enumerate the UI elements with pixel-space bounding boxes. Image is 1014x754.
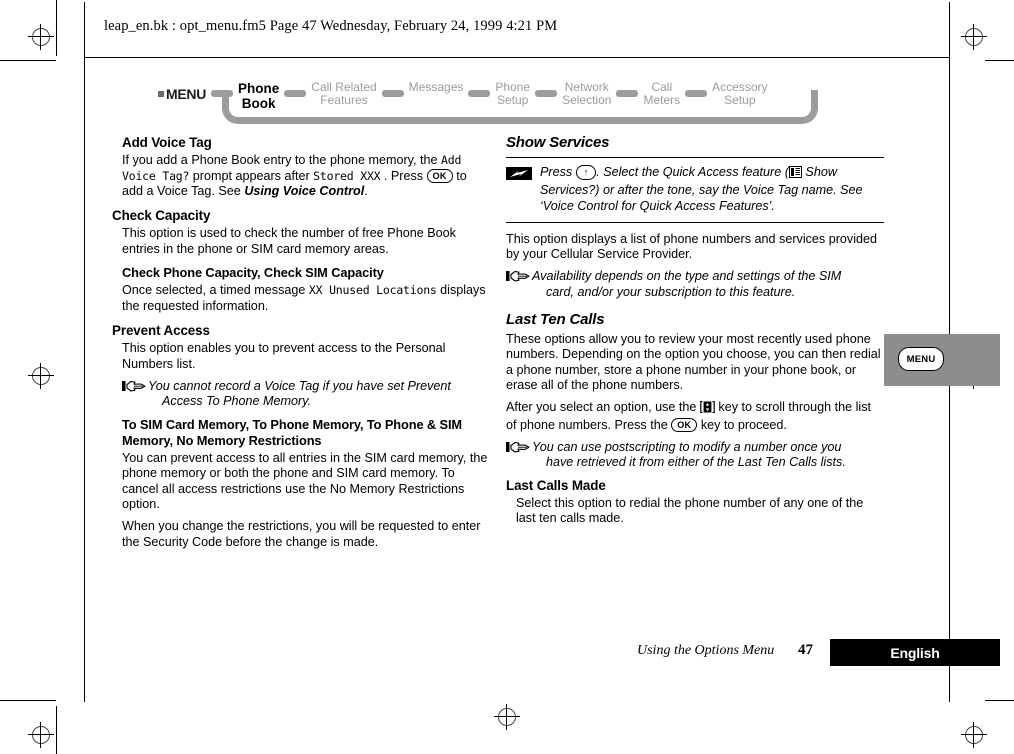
note-prevent-access: You cannot record a Voice Tag if you hav… xyxy=(122,379,490,410)
phonebook-icon xyxy=(788,166,802,181)
pointing-hand-icon-svg xyxy=(122,380,146,392)
note-text: You cannot record a Voice Tag if you hav… xyxy=(148,379,490,410)
text-run: Press xyxy=(540,165,576,180)
paragraph-last-ten-calls-intro: These options allow you to review your m… xyxy=(506,332,881,393)
note-line: You cannot record a Voice Tag if you hav… xyxy=(148,378,451,393)
nav-connector-icon xyxy=(468,90,491,97)
phonebook-icon-svg xyxy=(788,166,802,179)
pointing-hand-icon xyxy=(506,440,532,471)
note-show-services: Availability depends on the type and set… xyxy=(506,269,884,300)
trim-line-bottom-left-vertical xyxy=(56,706,57,754)
trim-line-top-left xyxy=(0,60,56,61)
paragraph-last-calls-made: Select this option to redial the phone n… xyxy=(516,495,864,526)
paragraph-memory-restrictions: You can prevent access to all entries in… xyxy=(122,451,488,511)
paragraph-security-code: When you change the restrictions, you wi… xyxy=(122,519,481,549)
menu-key-icon[interactable]: MENU xyxy=(898,347,944,371)
nav-connector-icon xyxy=(284,90,307,97)
footer-page-number: 47 xyxy=(798,642,813,658)
scroll-key-icon-svg xyxy=(700,401,715,414)
nav-connector-icon xyxy=(211,90,234,97)
nav-item-messages[interactable]: Messages xyxy=(409,76,464,94)
nav-item-accessory-setup[interactable]: Accessory Setup xyxy=(712,76,767,107)
ok-key-icon: OK xyxy=(426,168,453,184)
footer-chapter-title: Using the Options Menu xyxy=(637,643,775,658)
note-postscripting: You can use postscripting to modify a nu… xyxy=(506,440,884,471)
trim-line-left-vertical xyxy=(56,0,57,56)
nav-item-network-selection[interactable]: Network Selection xyxy=(562,76,611,107)
heading-memory-restrictions: To SIM Card Memory, To Phone Memory, To … xyxy=(122,417,462,448)
running-header: leap_en.bk : opt_menu.fm5 Page 47 Wednes… xyxy=(104,18,558,34)
nav-connector-icon xyxy=(535,90,558,97)
paragraph-check-capacity-message: Once selected, a timed message XX Unused… xyxy=(112,283,490,314)
heading-check-capacity: Check Capacity xyxy=(112,208,211,224)
pointing-hand-icon xyxy=(506,269,532,300)
tip-text: Press ↑. Select the Quick Access feature… xyxy=(540,165,884,214)
pointing-hand-icon-svg xyxy=(506,441,530,453)
nav-item-phone-book[interactable]: Phone Book xyxy=(238,76,279,111)
nav-item-call-related-features[interactable]: Call Related Features xyxy=(311,76,376,107)
left-text-column: Add Voice Tag If you add a Phone Book en… xyxy=(112,135,490,557)
note-line: Access To Phone Memory. xyxy=(162,394,312,409)
trim-line-bottom-left xyxy=(0,700,56,701)
trim-line-top-right xyxy=(985,60,1014,61)
heading-show-services: Show Services xyxy=(506,134,610,151)
margin-tab-menu[interactable]: MENU xyxy=(884,334,1000,386)
pointing-hand-icon-svg xyxy=(506,271,530,282)
nav-item-call-meters[interactable]: Call Meters xyxy=(643,76,680,107)
registration-mark-bottom-left xyxy=(28,722,54,748)
ok-key-icon: OK xyxy=(671,417,698,433)
square-bullet-icon xyxy=(158,91,164,97)
trim-line-bottom-right xyxy=(985,700,1014,701)
lcd-text-unused-locations: XX Unused Locations xyxy=(308,283,437,298)
note-line: You can use postscripting to modify a nu… xyxy=(532,439,842,454)
paragraph-check-capacity: This option is used to check the number … xyxy=(122,226,456,256)
nav-menu-text: MENU xyxy=(166,86,207,102)
nav-item-phone-setup[interactable]: Phone Setup xyxy=(495,76,530,107)
note-line: have retrieved it from either of the Las… xyxy=(546,455,846,470)
paragraph-prevent-access: This option enables you to prevent acces… xyxy=(122,341,446,371)
lightning-bolt-icon-svg xyxy=(506,167,532,181)
lightning-bolt-icon xyxy=(506,165,540,214)
up-arrow-key-icon: ↑ xyxy=(575,165,597,180)
nav-menu-label: MENU xyxy=(158,76,206,102)
nav-connector-icon xyxy=(616,90,639,97)
nav-connector-icon xyxy=(685,90,708,97)
registration-mark-left-middle xyxy=(28,363,54,389)
heading-add-voice-tag: Add Voice Tag xyxy=(122,135,212,150)
heading-prevent-access: Prevent Access xyxy=(112,322,210,338)
text-run: If you add a Phone Book entry to the pho… xyxy=(122,153,442,168)
note-line: Availability depends on the type and set… xyxy=(532,269,842,284)
text-run: prompt appears after xyxy=(189,168,314,183)
pointing-hand-icon xyxy=(122,379,148,410)
footer-language-tab: English xyxy=(830,639,1000,666)
text-run: After you select an option, use the xyxy=(506,400,700,415)
note-text: Availability depends on the type and set… xyxy=(532,269,884,300)
text-run: Once selected, a timed message xyxy=(122,283,309,298)
heading-check-phone-sim-capacity: Check Phone Capacity, Check SIM Capacity xyxy=(122,265,384,281)
registration-mark-bottom-center xyxy=(494,704,520,730)
cross-reference-using-voice-control[interactable]: Using Voice Control xyxy=(244,184,364,198)
registration-mark-top-left xyxy=(28,24,54,50)
right-text-column: Show Services Press ↑. Select the Quick … xyxy=(506,135,884,533)
nav-connector-icon xyxy=(381,90,404,97)
registration-mark-bottom-right xyxy=(961,722,987,748)
page-border-left xyxy=(84,2,85,702)
text-run: . xyxy=(364,183,368,198)
tip-box-show-services: Press ↑. Select the Quick Access feature… xyxy=(506,157,884,223)
paragraph-last-ten-calls-keys: After you select an option, use the key … xyxy=(506,400,884,433)
menu-breadcrumb-nav: MENU Phone Book Call Related Features Me… xyxy=(158,76,828,124)
registration-mark-top-right xyxy=(961,24,987,50)
heading-last-ten-calls: Last Ten Calls xyxy=(506,310,605,328)
page-border-top xyxy=(84,57,950,58)
lcd-text-stored: Stored XXX xyxy=(313,168,381,183)
paragraph-add-voice-tag: If you add a Phone Book entry to the pho… xyxy=(112,153,490,199)
paragraph-show-services: This option displays a list of phone num… xyxy=(506,231,878,261)
text-run: . Press xyxy=(380,168,427,183)
scroll-key-icon xyxy=(700,401,715,416)
text-run: . Select the Quick Access feature ( xyxy=(596,165,789,180)
heading-last-calls-made: Last Calls Made xyxy=(506,477,606,493)
note-text: You can use postscripting to modify a nu… xyxy=(532,440,884,471)
text-run: key to proceed. xyxy=(697,417,787,432)
note-line: card, and/or your subscription to this f… xyxy=(546,284,796,299)
